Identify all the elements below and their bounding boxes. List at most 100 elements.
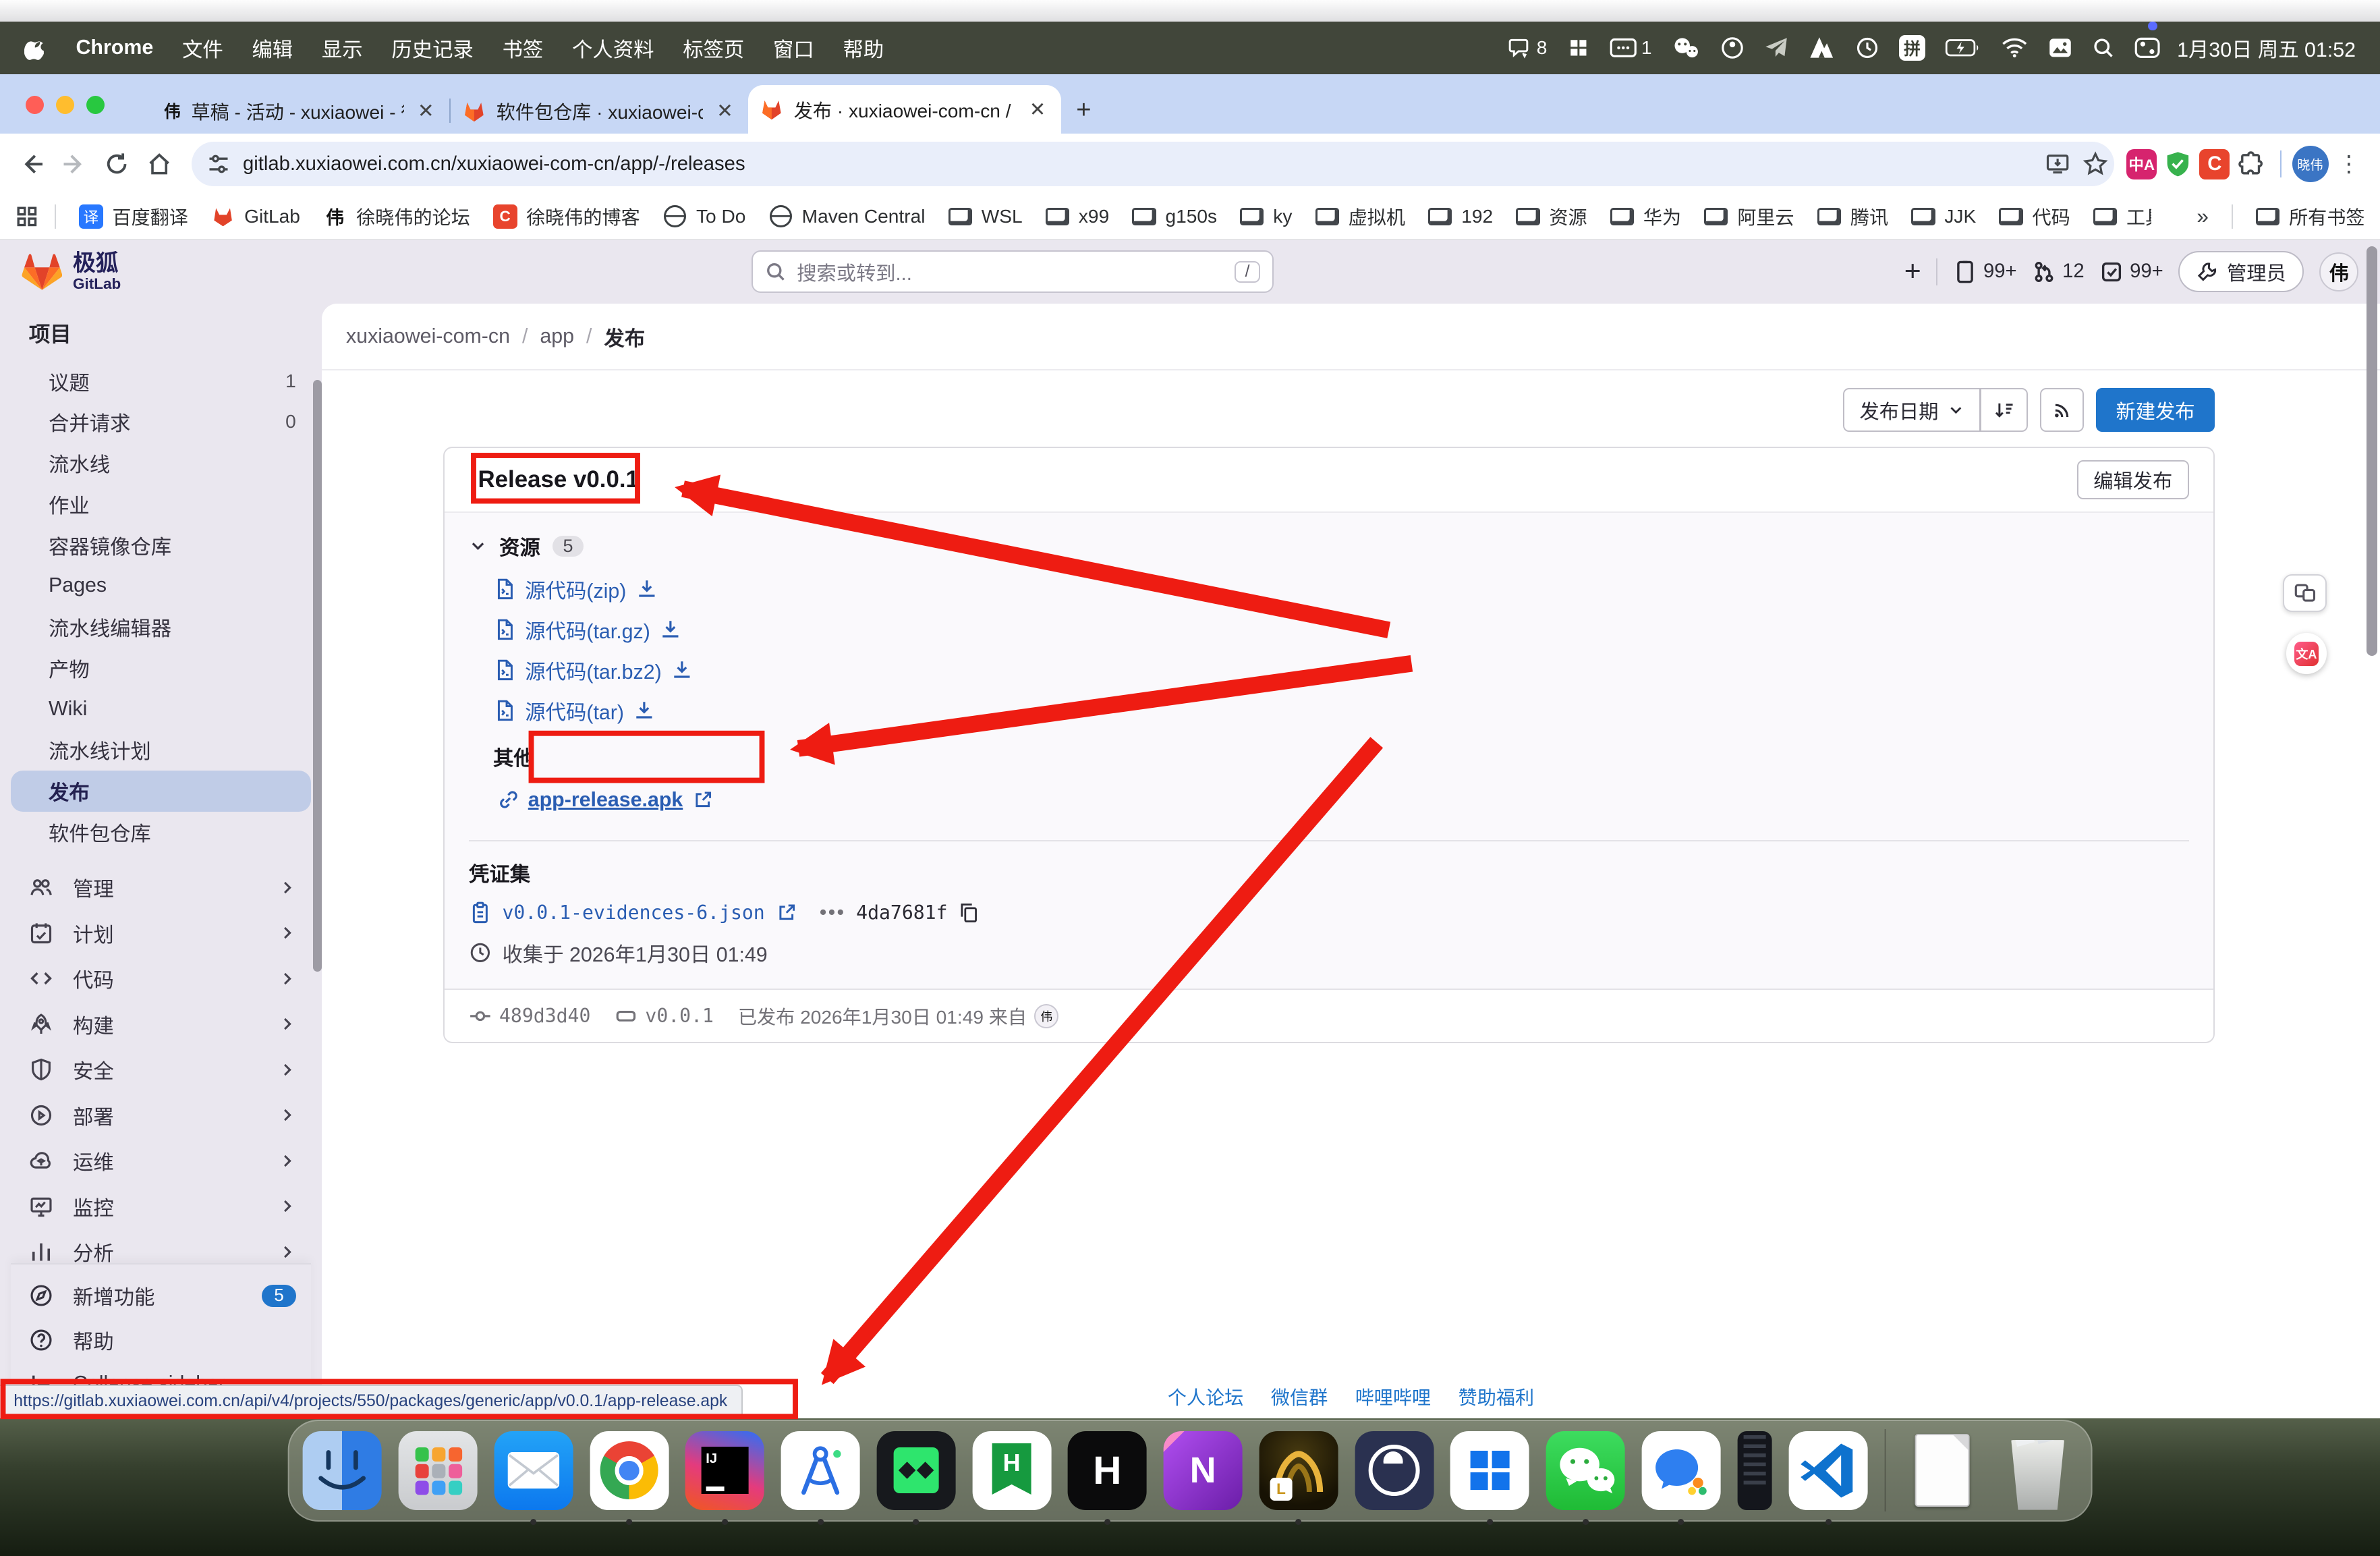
menu-item[interactable]: 标签页 [683,33,744,63]
float-translate-button[interactable]: 文A [2286,633,2327,674]
page-scrollbar[interactable] [2367,246,2377,657]
whats-new-item[interactable]: 新增功能 5 [11,1274,312,1318]
sidebar-section-deploy[interactable]: 部署 [11,1092,312,1138]
menu-item[interactable]: 个人资料 [572,33,654,63]
chrome-menu-icon[interactable]: ⋮ [2338,150,2362,177]
bookmark[interactable]: WSL [948,204,1022,229]
dock-hbuilder[interactable]: H [1068,1431,1147,1510]
new-release-button[interactable]: 新建发布 [2096,388,2215,432]
menu-item[interactable]: 历史记录 [391,33,473,63]
dock-navicat[interactable]: L [1259,1431,1338,1510]
sidebar-item[interactable]: 容器镜像仓库 [11,524,312,565]
new-tab-button[interactable]: + [1076,95,1091,125]
time-machine-icon[interactable] [1855,36,1879,60]
url-text[interactable]: gitlab.xuxiaowei.com.cn/xuxiaowei-com-cn… [243,153,2033,175]
apple-menu-icon[interactable] [24,35,47,61]
sidebar-item[interactable]: 发布 [11,771,312,812]
sidebar-item[interactable]: 流水线编辑器 [11,607,312,648]
bookmark[interactable]: g150s [1132,204,1217,229]
profile-avatar[interactable]: 晓伟 [2292,146,2329,182]
dock-chrome[interactable] [590,1431,669,1510]
footer-link[interactable]: 个人论坛 [1168,1387,1243,1408]
bookmark[interactable]: 虚拟机 [1315,202,1405,230]
source-link[interactable]: 源代码(tar.gz) [525,615,650,644]
dock-launchpad[interactable] [399,1431,478,1510]
commit-ref[interactable]: 489d3d40 [469,1005,590,1028]
help-item[interactable]: 帮助 [11,1318,312,1362]
sidebar-item[interactable]: 产物 [11,648,312,689]
sidebar-item[interactable]: 作业 [11,484,312,525]
evidence-file-link[interactable]: v0.0.1-evidences-6.json [503,901,765,924]
bookmark[interactable]: Maven Central [768,204,925,229]
translate-extension-icon[interactable]: 中A [2126,149,2157,179]
telegram-status-icon[interactable] [1764,36,1788,59]
breadcrumb-project[interactable]: app [540,325,574,348]
bookmark[interactable]: C 徐晓伟的博客 [493,202,640,230]
bookmark[interactable]: 代码 [1999,202,2070,230]
close-tab-icon[interactable]: ✕ [1026,98,1049,121]
apk-download-link[interactable]: app-release.apk [528,789,683,812]
bookmark[interactable]: 192 [1428,204,1493,229]
tab-package-registry[interactable]: 软件包仓库 · xuxiaowei-com-c ✕ [451,88,748,134]
source-link[interactable]: 源代码(tar.bz2) [525,655,661,685]
dock-green-diamond-app[interactable] [876,1431,955,1510]
sidebar-item[interactable]: Wiki [11,688,312,729]
bookmark[interactable]: To Do [662,204,745,229]
close-tab-icon[interactable]: ✕ [714,99,737,123]
reload-button[interactable] [97,144,137,184]
presentation-icon[interactable]: 1 [1610,36,1652,59]
menu-bar-clock[interactable]: 1月30日 周五 01:52 [2177,33,2356,63]
install-app-icon[interactable] [2045,151,2070,177]
menu-item[interactable]: 帮助 [843,33,884,63]
bookmark[interactable]: 伟 徐晓伟的论坛 [323,202,470,230]
bookmark[interactable]: 腾讯 [1817,202,1888,230]
tab-releases-active[interactable]: 发布 · xuxiaowei-com-cn / ap ✕ [748,85,1061,134]
wechat-status-icon[interactable] [1672,36,1701,60]
site-settings-icon[interactable] [206,152,231,176]
chat-status-icon[interactable]: 8 [1506,36,1548,60]
source-link[interactable]: 源代码(zip) [525,574,626,604]
bookmark[interactable]: 阿里云 [1704,202,1794,230]
dock-mail[interactable] [494,1431,573,1510]
close-window-button[interactable] [26,96,44,114]
pinyin-input-icon[interactable]: 拼 [1899,35,1925,61]
bookmark[interactable]: ky [1240,204,1293,229]
close-tab-icon[interactable]: ✕ [414,99,437,123]
apps-grid-icon[interactable] [16,205,38,228]
battery-icon[interactable] [1945,37,1981,59]
forward-button[interactable] [55,144,94,184]
maximize-window-button[interactable] [86,96,105,114]
dock-document[interactable] [1902,1431,1981,1510]
sidebar-section-manage[interactable]: 管理 [11,864,312,910]
sidebar-item[interactable]: Pages [11,565,312,607]
dock-android-studio[interactable] [781,1431,860,1510]
sidebar-section-security[interactable]: 安全 [11,1047,312,1092]
bookmark[interactable]: 工具 [2093,202,2151,230]
dock-trash[interactable] [1998,1431,2077,1510]
mountain-status-icon[interactable] [1808,36,1836,60]
wifi-icon[interactable] [2001,37,2029,59]
sidebar-item[interactable]: 议题 1 [11,360,312,401]
footer-link[interactable]: 哔哩哔哩 [1355,1387,1431,1408]
spotlight-search-icon[interactable] [2092,36,2115,59]
screen-grid-icon[interactable] [1567,36,1590,59]
dock-wecom[interactable] [1641,1431,1720,1510]
create-new-icon[interactable]: + [1904,255,1921,288]
dock-wechat[interactable] [1546,1431,1625,1510]
footer-link[interactable]: 赞助福利 [1458,1387,1534,1408]
search-input[interactable]: 搜索或转到... / [752,250,1274,293]
active-app-name[interactable]: Chrome [76,36,154,59]
control-center-icon[interactable] [2134,36,2157,59]
gitlab-logo[interactable]: 极狐GitLab [22,252,121,292]
sidebar-item[interactable]: 软件包仓库 [11,812,312,853]
dock-windows[interactable] [1450,1431,1529,1510]
footer-link[interactable]: 微信群 [1271,1387,1328,1408]
sidebar-section-operate[interactable]: 运维 [11,1138,312,1184]
home-button[interactable] [140,144,179,184]
bookmarks-overflow-chevron[interactable]: » [2197,204,2209,229]
sidebar-item[interactable]: 合并请求 0 [11,401,312,443]
address-bar[interactable]: gitlab.xuxiaowei.com.cn/xuxiaowei-com-cn… [192,142,2115,186]
sort-control[interactable]: 发布日期 [1843,388,2028,432]
bookmark[interactable]: 华为 [1610,202,1681,230]
bookmark[interactable]: GitLab [211,204,300,229]
